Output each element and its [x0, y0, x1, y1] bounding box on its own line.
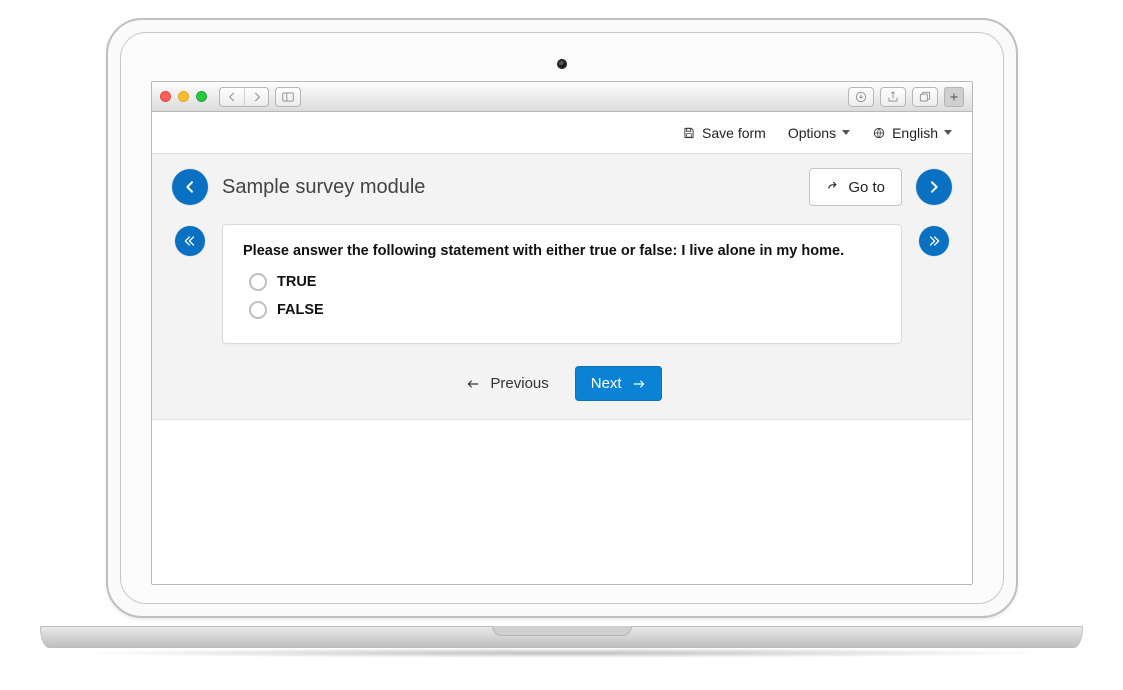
laptop-base — [40, 626, 1083, 660]
skip-forward-button[interactable] — [919, 226, 949, 256]
survey-main: Sample survey module Go to — [152, 154, 972, 420]
options-dropdown[interactable]: Options — [788, 125, 850, 141]
option-true[interactable]: TRUE — [249, 273, 881, 291]
next-button[interactable]: Next — [575, 366, 662, 401]
question-card: Please answer the following statement wi… — [222, 224, 902, 344]
save-icon — [682, 126, 696, 140]
forward-button[interactable] — [244, 88, 268, 106]
close-window-icon[interactable] — [160, 91, 171, 102]
share-button[interactable] — [880, 87, 906, 107]
previous-label: Previous — [490, 375, 548, 392]
nav-back-forward — [219, 87, 269, 107]
language-label: English — [892, 125, 938, 141]
window-controls — [160, 91, 207, 102]
arrow-right-icon — [632, 377, 646, 391]
back-button[interactable] — [220, 88, 244, 106]
webcam-icon — [557, 59, 567, 69]
title-row: Sample survey module Go to — [172, 168, 952, 206]
option-label: FALSE — [277, 302, 324, 318]
save-form-button[interactable]: Save form — [682, 125, 766, 141]
browser-chrome — [152, 82, 972, 112]
tabs-button[interactable] — [912, 87, 938, 107]
survey-title: Sample survey module — [222, 176, 795, 199]
next-label: Next — [591, 375, 622, 392]
language-dropdown[interactable]: English — [872, 125, 952, 141]
laptop-frame: Save form Options English — [106, 18, 1018, 618]
laptop-bezel: Save form Options English — [106, 18, 1018, 618]
footer-nav: Previous Next — [172, 366, 952, 401]
goto-button[interactable]: Go to — [809, 168, 902, 206]
question-text: Please answer the following statement wi… — [243, 243, 881, 259]
new-tab-button[interactable] — [944, 87, 964, 107]
next-page-circle-button[interactable] — [916, 169, 952, 205]
goto-arrow-icon — [826, 180, 840, 194]
radio-icon — [249, 273, 267, 291]
radio-icon — [249, 301, 267, 319]
goto-label: Go to — [848, 179, 885, 196]
minimize-window-icon[interactable] — [178, 91, 189, 102]
screen: Save form Options English — [151, 81, 973, 585]
save-form-label: Save form — [702, 125, 766, 141]
app-header: Save form Options English — [152, 112, 972, 154]
option-false[interactable]: FALSE — [249, 301, 881, 319]
skip-back-button[interactable] — [175, 226, 205, 256]
globe-icon — [872, 126, 886, 140]
body-row: Please answer the following statement wi… — [172, 224, 952, 344]
previous-button[interactable]: Previous — [462, 367, 552, 400]
sidebar-toggle-button[interactable] — [275, 87, 301, 107]
option-label: TRUE — [277, 274, 316, 290]
downloads-button[interactable] — [848, 87, 874, 107]
arrow-left-icon — [466, 377, 480, 391]
options-label: Options — [788, 125, 836, 141]
chevron-down-icon — [842, 130, 850, 135]
chevron-down-icon — [944, 130, 952, 135]
laptop-bezel-inner: Save form Options English — [120, 32, 1004, 604]
prev-page-circle-button[interactable] — [172, 169, 208, 205]
maximize-window-icon[interactable] — [196, 91, 207, 102]
